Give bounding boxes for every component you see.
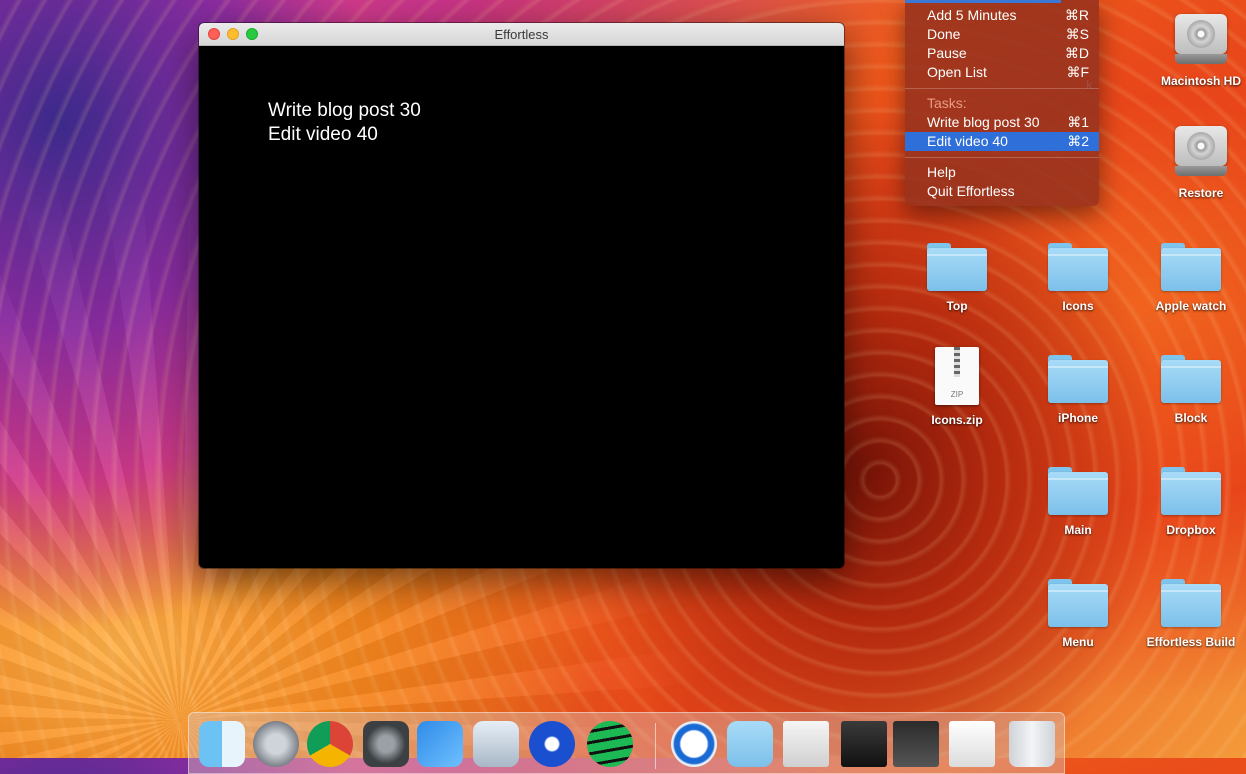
- desktop-icon-label: Effortless Build: [1146, 635, 1236, 649]
- effortless-window: Effortless Write blog post 30 Edit video…: [199, 23, 844, 568]
- menu-item-done[interactable]: Done ⌘S: [905, 25, 1099, 44]
- desktop-icon-label: iPhone: [1057, 411, 1098, 425]
- menu-item-help[interactable]: Help: [905, 163, 1099, 182]
- menu-item-task-edit-video[interactable]: Edit video 40 ⌘2: [905, 132, 1099, 151]
- finder-icon[interactable]: [199, 721, 245, 767]
- desktop-icon-main[interactable]: Main: [1023, 467, 1133, 537]
- menubar-highlight: [905, 0, 1061, 3]
- menu-item-pause[interactable]: Pause ⌘D: [905, 44, 1099, 63]
- folder-icon: [927, 243, 987, 291]
- folder-icon: [1161, 243, 1221, 291]
- dock: [188, 712, 1065, 774]
- zip-file-icon: ZIP: [935, 347, 979, 405]
- menu-item-task-write-blog-post[interactable]: Write blog post 30 ⌘1: [905, 113, 1099, 132]
- menu-item-quit-effortless[interactable]: Quit Effortless: [905, 182, 1099, 201]
- dock-separator: [655, 723, 656, 769]
- shortcut-label: ⌘1: [1067, 114, 1089, 130]
- desktop-icon-restore[interactable]: Restore: [1146, 122, 1246, 200]
- desktop-icon-label: Icons: [1062, 299, 1094, 313]
- desktop-icon-menu[interactable]: Menu: [1023, 579, 1133, 649]
- desktop-icon-dropbox[interactable]: Dropbox: [1136, 467, 1246, 537]
- desktop-icon-label: Macintosh HD: [1160, 74, 1241, 88]
- desktop-icon-label: Apple watch: [1155, 299, 1227, 313]
- desktop-icon-label: Menu: [1062, 635, 1094, 649]
- chrome-icon[interactable]: [307, 721, 353, 767]
- spotify-icon[interactable]: [587, 721, 633, 767]
- system-preferences-icon[interactable]: [363, 721, 409, 767]
- downloads-folder-icon[interactable]: [727, 721, 773, 767]
- screenshot-thumbnail-icon[interactable]: [841, 721, 887, 767]
- folder-icon: [1048, 467, 1108, 515]
- shortcut-label: ⌘F: [1066, 64, 1089, 80]
- shortcut-label: ⌘2: [1067, 133, 1089, 149]
- folder-icon: [1048, 243, 1108, 291]
- folder-icon: [1161, 579, 1221, 627]
- xcode-icon[interactable]: [417, 721, 463, 767]
- desktop-icon-label: Dropbox: [1166, 523, 1216, 537]
- task-line: Edit video 40: [268, 124, 378, 145]
- desktop-icon-iphone[interactable]: iPhone: [1023, 355, 1133, 425]
- desktop-icon-block[interactable]: Block: [1136, 355, 1246, 425]
- folder-icon: [1161, 355, 1221, 403]
- drive-icon: [1173, 122, 1229, 180]
- folder-icon: [1161, 467, 1221, 515]
- menu-item-add-5-minutes[interactable]: Add 5 Minutes ⌘R: [905, 6, 1099, 25]
- desktop-icon-label: Main: [1064, 523, 1092, 537]
- desktop-icon-apple-watch[interactable]: Apple watch: [1136, 243, 1246, 313]
- preview-icon[interactable]: [473, 721, 519, 767]
- desktop-icon-label: Restore: [1178, 186, 1224, 200]
- folder-icon: [1048, 579, 1108, 627]
- desktop-icon-label: Top: [946, 299, 968, 313]
- desktop-icon-label: Icons.zip: [931, 413, 983, 427]
- document-thumbnail-icon[interactable]: [949, 721, 995, 767]
- desktop-icon-effortless-build[interactable]: Effortless Build: [1136, 579, 1246, 649]
- browser-window-icon[interactable]: [783, 721, 829, 767]
- menu-separator: [905, 88, 1099, 89]
- shortcut-label: ⌘S: [1065, 26, 1089, 42]
- drive-icon: [1173, 10, 1229, 68]
- desktop-icon-icons-zip[interactable]: ZIP Icons.zip: [902, 347, 1012, 427]
- terminal-thumbnail-icon[interactable]: [893, 721, 939, 767]
- folder-icon: [1048, 355, 1108, 403]
- desktop-icon-top[interactable]: Top: [902, 243, 1012, 313]
- launchpad-icon[interactable]: [253, 721, 299, 767]
- screen-recorder-icon[interactable]: [529, 721, 575, 767]
- menu-item-open-list[interactable]: Open List ⌘F: [905, 63, 1099, 82]
- shortcut-label: ⌘R: [1064, 7, 1089, 23]
- menu-separator: [905, 157, 1099, 158]
- task-list: Write blog post 30 Edit video 40: [268, 99, 421, 147]
- 1password-icon[interactable]: [671, 721, 717, 767]
- trash-icon[interactable]: [1009, 721, 1055, 767]
- desktop-icon-label: Block: [1174, 411, 1208, 425]
- effortless-menu: Add 5 Minutes ⌘R Done ⌘S Pause ⌘D Open List…: [905, 0, 1099, 206]
- desktop-icon-icons[interactable]: Icons: [1023, 243, 1133, 313]
- menu-header-tasks: Tasks:: [927, 95, 967, 111]
- window-titlebar[interactable]: Effortless: [199, 23, 844, 46]
- task-line: Write blog post 30: [268, 100, 421, 121]
- desktop-icon-macintosh-hd[interactable]: Macintosh HD: [1146, 10, 1246, 88]
- window-title: Effortless: [494, 27, 549, 42]
- shortcut-label: ⌘D: [1064, 45, 1089, 61]
